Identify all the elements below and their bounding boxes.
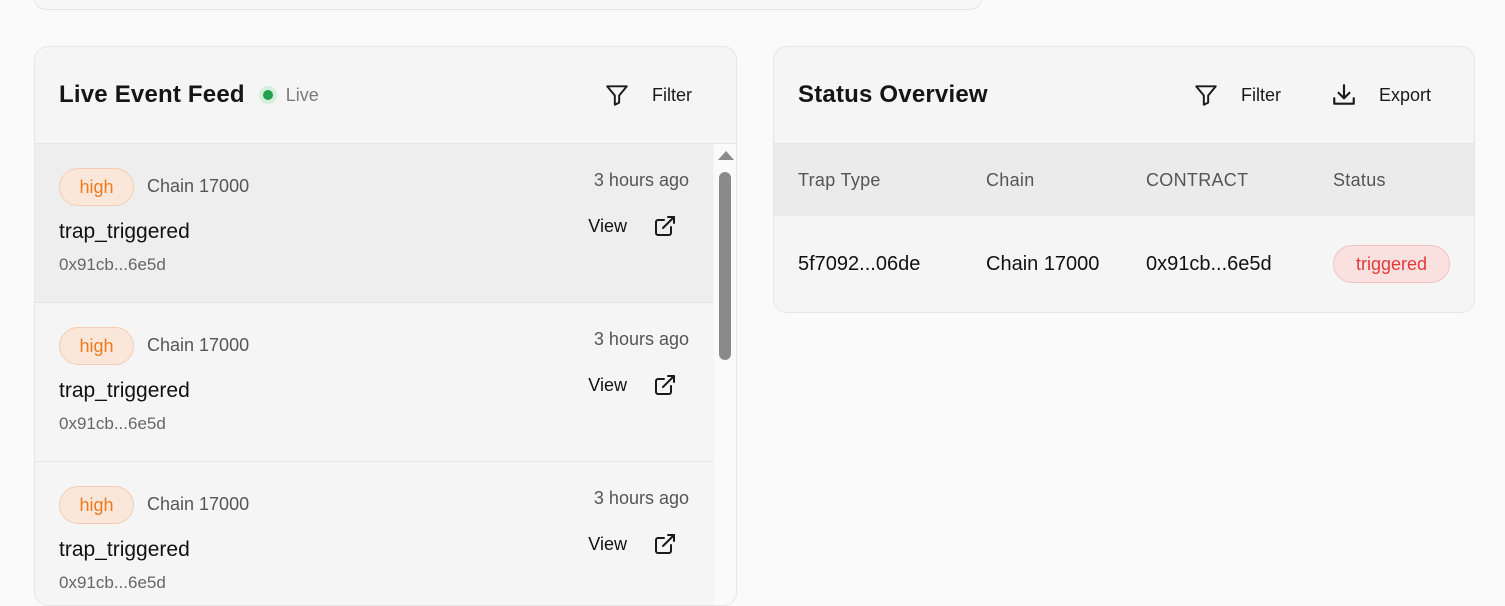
event-address: 0x91cb...6e5d — [59, 573, 166, 592]
scroll-up-arrow-icon[interactable] — [718, 151, 734, 160]
time-label: 3 hours ago — [593, 488, 689, 508]
view-button[interactable]: View — [588, 532, 677, 556]
live-label: Live — [285, 84, 319, 105]
feed-item[interactable]: high Chain 17000 3 hours ago trap_trigge… — [35, 462, 713, 605]
download-icon — [1333, 84, 1355, 105]
status-filter-label: Filter — [1240, 84, 1281, 105]
status-actions: Filter Export — [1193, 82, 1431, 108]
severity-badge: high — [59, 168, 134, 206]
status-badge: triggered — [1333, 245, 1450, 283]
view-button[interactable]: View — [588, 373, 677, 397]
live-event-feed-panel: Live Event Feed Live Filter high Chain 1… — [34, 46, 737, 606]
event-address: 0x91cb...6e5d — [59, 414, 166, 433]
live-dot-icon — [258, 86, 277, 104]
trap-type-cell: 5f7092...06de — [798, 252, 921, 275]
column-header-status[interactable]: Status — [1333, 170, 1474, 191]
filter-icon — [1195, 85, 1217, 106]
feed-filter-button[interactable]: Filter — [604, 82, 692, 108]
top-card — [34, 0, 982, 10]
chain-cell: Chain 17000 — [986, 253, 1100, 275]
severity-badge: high — [59, 327, 134, 365]
feed-title: Live Event Feed — [59, 81, 245, 108]
chain-label: Chain 17000 — [147, 176, 250, 196]
status-title: Status Overview — [798, 81, 988, 108]
status-overview-panel: Status Overview Filter Export Trap Type … — [773, 46, 1475, 313]
status-filter-button[interactable]: Filter — [1193, 82, 1281, 108]
time-label: 3 hours ago — [593, 329, 689, 349]
time-label: 3 hours ago — [593, 170, 689, 190]
view-button[interactable]: View — [588, 214, 677, 238]
column-header-contract[interactable]: CONTRACT — [1146, 170, 1333, 191]
event-address: 0x91cb...6e5d — [59, 255, 166, 274]
live-indicator: Live — [258, 84, 319, 106]
feed-filter-label: Filter — [652, 84, 692, 105]
table-row[interactable]: 5f7092...06de Chain 17000 0x91cb...6e5d … — [774, 216, 1474, 312]
external-link-icon — [655, 216, 675, 236]
event-name: trap_triggered — [59, 220, 190, 243]
feed-list: high Chain 17000 3 hours ago trap_trigge… — [35, 144, 713, 605]
event-name: trap_triggered — [59, 538, 190, 561]
external-link-icon — [655, 375, 675, 395]
contract-cell: 0x91cb...6e5d — [1146, 252, 1272, 275]
filter-icon — [606, 85, 628, 106]
export-label: Export — [1378, 84, 1431, 105]
chain-label: Chain 17000 — [147, 494, 250, 514]
event-name: trap_triggered — [59, 379, 190, 402]
severity-badge: high — [59, 486, 134, 524]
export-button[interactable]: Export — [1331, 82, 1431, 108]
chain-label: Chain 17000 — [147, 335, 250, 355]
external-link-icon — [655, 534, 675, 554]
status-table-header: Trap Type Chain CONTRACT Status — [774, 144, 1474, 216]
view-label: View — [588, 533, 627, 554]
feed-item[interactable]: high Chain 17000 3 hours ago trap_trigge… — [35, 303, 713, 462]
feed-actions: Filter — [604, 82, 692, 108]
feed-header: Live Event Feed Live Filter — [35, 47, 736, 144]
scroll-thumb[interactable] — [719, 172, 731, 360]
column-header-chain[interactable]: Chain — [986, 170, 1146, 191]
column-header-trap-type[interactable]: Trap Type — [774, 170, 986, 191]
view-label: View — [588, 374, 627, 395]
view-label: View — [588, 215, 627, 236]
feed-item[interactable]: high Chain 17000 3 hours ago trap_trigge… — [35, 144, 713, 303]
status-cell: triggered — [1333, 245, 1474, 283]
feed-scrollbar[interactable] — [714, 144, 736, 605]
status-header: Status Overview Filter Export — [774, 47, 1474, 144]
chain-cell-wrap: Chain 17000 — [986, 249, 1146, 279]
